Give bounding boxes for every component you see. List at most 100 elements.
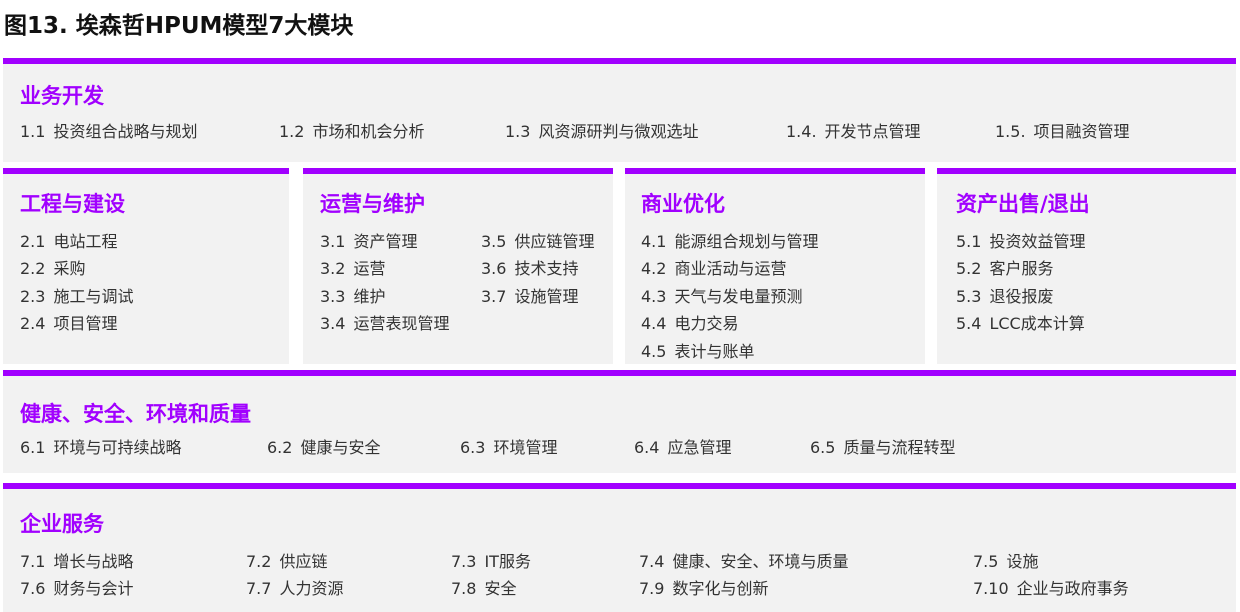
- module-item: 6.2 健康与安全: [267, 434, 380, 458]
- module-item: 3.5 供应链管理: [481, 228, 594, 252]
- item-number: 2.1: [20, 232, 46, 251]
- item-number: 4.1: [641, 232, 667, 251]
- module-heading-4: 商业优化: [641, 192, 725, 216]
- item-label: 设施: [1006, 552, 1039, 571]
- item-label: 企业与政府事务: [1016, 579, 1129, 598]
- item-label: 商业活动与运营: [674, 259, 787, 278]
- item-number: 7.3: [451, 552, 477, 571]
- module-item: 7.1 增长与战略: [20, 548, 133, 572]
- item-label: 资产管理: [353, 232, 418, 251]
- item-number: 7.5: [973, 552, 999, 571]
- item-label: 健康与安全: [300, 438, 381, 457]
- item-label: 投资组合战略与规划: [53, 122, 198, 141]
- item-number: 6.2: [267, 438, 293, 457]
- item-label: LCC成本计算: [989, 314, 1085, 333]
- item-label: 电站工程: [53, 232, 118, 251]
- item-number: 7.2: [246, 552, 272, 571]
- module-item: 3.1 资产管理: [320, 228, 417, 252]
- item-label: 投资效益管理: [989, 232, 1086, 251]
- item-label: 表计与账单: [674, 342, 755, 361]
- module-item: 7.8 安全: [451, 575, 516, 599]
- module-item: 7.9 数字化与创新: [639, 575, 768, 599]
- item-label: 运营表现管理: [353, 314, 450, 333]
- item-label: 开发节点管理: [824, 122, 921, 141]
- module-item: 7.10 企业与政府事务: [973, 575, 1129, 599]
- module-item: 1.1 投资组合战略与规划: [20, 118, 197, 142]
- item-label: 健康、安全、环境与质量: [672, 552, 849, 571]
- module-item: 6.3 环境管理: [460, 434, 557, 458]
- item-label: 技术支持: [514, 259, 579, 278]
- item-number: 3.1: [320, 232, 346, 251]
- figure-title: 图13. 埃森哲HPUM模型7大模块: [4, 13, 354, 39]
- module-item: 3.4 运营表现管理: [320, 310, 449, 334]
- item-label: IT服务: [484, 552, 531, 571]
- module-item: 5.1 投资效益管理: [956, 228, 1085, 252]
- item-label: 风资源研判与微观选址: [538, 122, 699, 141]
- item-label: 能源组合规划与管理: [674, 232, 819, 251]
- module-heading-2: 工程与建设: [20, 192, 125, 216]
- item-label: 退役报废: [989, 287, 1054, 306]
- module-item: 2.1 电站工程: [20, 228, 117, 252]
- item-label: 项目融资管理: [1033, 122, 1130, 141]
- item-label: 安全: [484, 579, 517, 598]
- item-label: 客户服务: [989, 259, 1054, 278]
- item-label: 项目管理: [53, 314, 118, 333]
- item-label: 增长与战略: [53, 552, 134, 571]
- item-number: 6.4: [634, 438, 660, 457]
- item-label: 人力资源: [279, 579, 344, 598]
- item-number: 3.4: [320, 314, 346, 333]
- module-item: 4.5 表计与账单: [641, 338, 754, 362]
- module-item: 2.3 施工与调试: [20, 283, 133, 307]
- item-label: 维护: [353, 287, 386, 306]
- module-item: 5.3 退役报废: [956, 283, 1053, 307]
- item-label: 电力交易: [674, 314, 739, 333]
- module-item: 3.3 维护: [320, 283, 385, 307]
- module-item: 5.4 LCC成本计算: [956, 310, 1085, 334]
- item-label: 设施管理: [514, 287, 579, 306]
- module-item: 1.3 风资源研判与微观选址: [505, 118, 698, 142]
- item-number: 7.4: [639, 552, 665, 571]
- module-item: 3.7 设施管理: [481, 283, 578, 307]
- item-number: 5.3: [956, 287, 982, 306]
- item-number: 4.5: [641, 342, 667, 361]
- item-number: 5.2: [956, 259, 982, 278]
- module-item: 7.4 健康、安全、环境与质量: [639, 548, 848, 572]
- module-item: 6.4 应急管理: [634, 434, 731, 458]
- item-label: 供应链管理: [514, 232, 595, 251]
- module-item: 4.1 能源组合规划与管理: [641, 228, 818, 252]
- item-label: 质量与流程转型: [843, 438, 956, 457]
- item-label: 施工与调试: [53, 287, 134, 306]
- item-number: 6.1: [20, 438, 46, 457]
- module-item: 7.6 财务与会计: [20, 575, 133, 599]
- module-item: 3.6 技术支持: [481, 255, 578, 279]
- module-item: 7.7 人力资源: [246, 575, 343, 599]
- item-number: 7.6: [20, 579, 46, 598]
- module-item: 1.4. 开发节点管理: [786, 118, 921, 142]
- module-item: 7.3 IT服务: [451, 548, 531, 572]
- module-item: 2.4 项目管理: [20, 310, 117, 334]
- item-number: 6.3: [460, 438, 486, 457]
- module-item: 4.4 电力交易: [641, 310, 738, 334]
- module-heading-3: 运营与维护: [320, 192, 425, 216]
- item-number: 4.4: [641, 314, 667, 333]
- item-number: 3.7: [481, 287, 507, 306]
- item-number: 2.2: [20, 259, 46, 278]
- module-item: 3.2 运营: [320, 255, 385, 279]
- item-label: 天气与发电量预测: [674, 287, 803, 306]
- item-label: 环境管理: [493, 438, 558, 457]
- item-number: 2.3: [20, 287, 46, 306]
- module-heading-1: 业务开发: [20, 84, 104, 108]
- module-heading-5: 资产出售/退出: [956, 192, 1090, 216]
- item-number: 6.5: [810, 438, 836, 457]
- module-item: 2.2 采购: [20, 255, 85, 279]
- item-number: 4.2: [641, 259, 667, 278]
- item-label: 环境与可持续战略: [53, 438, 182, 457]
- module-item: 1.5. 项目融资管理: [995, 118, 1130, 142]
- item-number: 7.8: [451, 579, 477, 598]
- module-item: 1.2 市场和机会分析: [279, 118, 424, 142]
- item-number: 7.10: [973, 579, 1009, 598]
- module-heading-7: 企业服务: [20, 512, 104, 536]
- item-number: 3.6: [481, 259, 507, 278]
- item-label: 数字化与创新: [672, 579, 769, 598]
- item-number: 7.1: [20, 552, 46, 571]
